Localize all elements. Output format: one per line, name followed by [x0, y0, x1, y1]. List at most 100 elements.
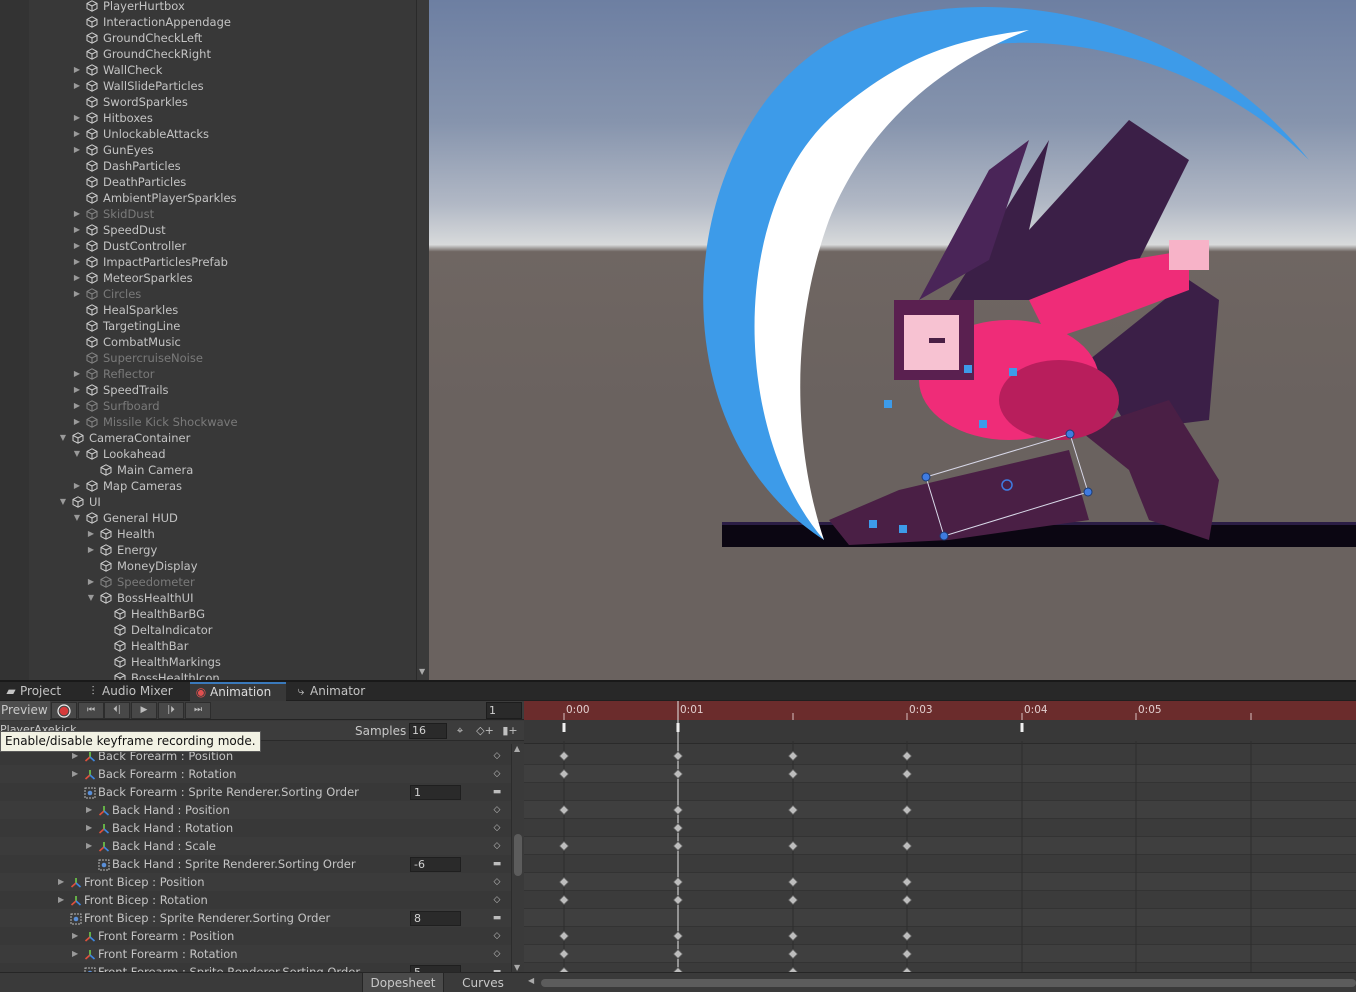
hierarchy-item[interactable]: ▶ DustController	[0, 238, 416, 254]
keyframe-diamond-icon[interactable]: ◇	[492, 927, 502, 945]
hierarchy-item[interactable]: ▶ WallCheck	[0, 62, 416, 78]
curves-button[interactable]: Curves	[444, 973, 522, 992]
record-button[interactable]	[51, 702, 77, 719]
expand-right-arrow-icon[interactable]: ▶	[86, 526, 96, 542]
property-row[interactable]: Back Hand : Sprite Renderer.Sorting Orde…	[0, 855, 511, 873]
expand-right-arrow-icon[interactable]: ▶	[58, 891, 64, 909]
property-row[interactable]: ▶ Back Hand : Position ◇	[0, 801, 511, 819]
scroll-down-arrow-icon[interactable]: ▼	[419, 667, 425, 676]
keyframe-diamond-icon[interactable]: ◇	[492, 747, 502, 765]
event-lane[interactable]	[524, 720, 1356, 744]
property-row[interactable]: ▶ Back Forearm : Rotation ◇	[0, 765, 511, 783]
property-row[interactable]: ▶ Front Forearm : Rotation ◇	[0, 945, 511, 963]
expand-right-arrow-icon[interactable]: ▶	[86, 801, 92, 819]
keyframe-row[interactable]	[524, 747, 1356, 765]
hierarchy-item[interactable]: InteractionAppendage	[0, 14, 416, 30]
hierarchy-item[interactable]: ▶ Health	[0, 526, 416, 542]
expand-right-arrow-icon[interactable]: ▶	[72, 414, 82, 430]
expand-right-arrow-icon[interactable]: ▶	[72, 398, 82, 414]
keyframe-row[interactable]	[524, 927, 1356, 945]
property-row[interactable]: ▶ Back Hand : Scale ◇	[0, 837, 511, 855]
expand-down-arrow-icon[interactable]: ▼	[86, 590, 96, 606]
hierarchy-item[interactable]: SupercruiseNoise	[0, 350, 416, 366]
keyframe-diamond-icon[interactable]: ◇	[492, 945, 502, 963]
keyframe-row[interactable]	[524, 945, 1356, 963]
hierarchy-item[interactable]: HealthMarkings	[0, 654, 416, 670]
add-event-button[interactable]: ▮+	[498, 722, 522, 740]
scroll-thumb[interactable]	[514, 834, 522, 876]
hierarchy-item[interactable]: ▼ CameraContainer	[0, 430, 416, 446]
expand-down-arrow-icon[interactable]: ▼	[72, 510, 82, 526]
expand-right-arrow-icon[interactable]: ▶	[72, 238, 82, 254]
keyframe-row[interactable]	[524, 801, 1356, 819]
hierarchy-item[interactable]: ▶ Reflector	[0, 366, 416, 382]
hierarchy-item[interactable]: SwordSparkles	[0, 94, 416, 110]
tab-animator[interactable]: ⤷ Animator	[290, 682, 380, 701]
hierarchy-item[interactable]: ▶ Missile Kick Shockwave	[0, 414, 416, 430]
hierarchy-item[interactable]: ▼ Lookahead	[0, 446, 416, 462]
property-row[interactable]: ▶ Front Forearm : Position ◇	[0, 927, 511, 945]
timeline-hscrollbar[interactable]: ◀	[524, 972, 1356, 992]
expand-right-arrow-icon[interactable]: ▶	[86, 542, 96, 558]
frame-field[interactable]: 1	[486, 702, 522, 719]
hierarchy-item[interactable]: ▼ General HUD	[0, 510, 416, 526]
expand-down-arrow-icon[interactable]: ▼	[72, 446, 82, 462]
expand-right-arrow-icon[interactable]: ▶	[72, 270, 82, 286]
hierarchy-item[interactable]: ▶ Speedometer	[0, 574, 416, 590]
time-ruler[interactable]: 0:00 0:01 0:03 0:04 0:05	[524, 701, 1356, 720]
keyframe-row[interactable]	[524, 855, 1356, 873]
hierarchy-item[interactable]: ▼ BossHealthUI	[0, 590, 416, 606]
expand-right-arrow-icon[interactable]: ▶	[72, 206, 82, 222]
play-button[interactable]: ▶	[131, 702, 157, 719]
property-value-field[interactable]: 1	[410, 785, 461, 800]
hierarchy-item[interactable]: ▼ UI	[0, 494, 416, 510]
keyframe-row[interactable]	[524, 765, 1356, 783]
property-value-field[interactable]: 8	[410, 911, 461, 926]
hierarchy-item[interactable]: TargetingLine	[0, 318, 416, 334]
hierarchy-item[interactable]: BossHealthIcon	[0, 670, 416, 680]
scene-view[interactable]	[429, 0, 1356, 680]
hierarchy-item[interactable]: DashParticles	[0, 158, 416, 174]
hierarchy-item[interactable]: HealthBar	[0, 638, 416, 654]
hierarchy-item[interactable]: PlayerHurtbox	[0, 0, 416, 14]
scroll-down-arrow-icon[interactable]: ▼	[514, 963, 520, 972]
hierarchy-item[interactable]: ▶ SpeedDust	[0, 222, 416, 238]
expand-right-arrow-icon[interactable]: ▶	[72, 222, 82, 238]
keyframe-diamond-icon[interactable]: ◇	[492, 801, 502, 819]
keyframe-diamond-icon[interactable]: ◇	[492, 891, 502, 909]
hierarchy-scrollbar[interactable]: ▼	[416, 0, 429, 680]
expand-right-arrow-icon[interactable]: ▶	[72, 78, 82, 94]
property-row[interactable]: Front Bicep : Sprite Renderer.Sorting Or…	[0, 909, 511, 927]
add-keyframe-button[interactable]: ◇+	[473, 722, 497, 740]
property-scrollbar[interactable]: ▲ ▼	[511, 744, 524, 972]
hierarchy-item[interactable]: ▶ Energy	[0, 542, 416, 558]
hierarchy-item[interactable]: DeltaIndicator	[0, 622, 416, 638]
hscroll-thumb[interactable]	[541, 979, 1356, 987]
expand-right-arrow-icon[interactable]: ▶	[72, 254, 82, 270]
first-keyframe-button[interactable]: ⏮	[78, 702, 104, 719]
expand-right-arrow-icon[interactable]: ▶	[72, 478, 82, 494]
hierarchy-item[interactable]: ▶ WallSlideParticles	[0, 78, 416, 94]
expand-right-arrow-icon[interactable]: ▶	[86, 837, 92, 855]
hierarchy-item[interactable]: CombatMusic	[0, 334, 416, 350]
keyframe-rows[interactable]	[524, 747, 1356, 972]
keyframe-diamond-icon[interactable]: ◇	[492, 765, 502, 783]
hierarchy-item[interactable]: ▶ Surfboard	[0, 398, 416, 414]
scroll-left-arrow-icon[interactable]: ◀	[528, 976, 534, 985]
prev-keyframe-button[interactable]: ⏴|	[104, 702, 130, 719]
expand-right-arrow-icon[interactable]: ▶	[72, 110, 82, 126]
property-value-field[interactable]: -6	[410, 857, 461, 872]
expand-right-arrow-icon[interactable]: ▶	[58, 873, 64, 891]
hierarchy-item[interactable]: GroundCheckRight	[0, 46, 416, 62]
expand-right-arrow-icon[interactable]: ▶	[86, 819, 92, 837]
hierarchy-item[interactable]: ▶ UnlockableAttacks	[0, 126, 416, 142]
scroll-up-arrow-icon[interactable]: ▲	[514, 744, 520, 753]
dopesheet-timeline[interactable]: 0:00 0:01 0:03 0:04 0:05 ◀	[524, 701, 1356, 992]
keyframe-row[interactable]	[524, 837, 1356, 855]
expand-right-arrow-icon[interactable]: ▶	[72, 945, 78, 963]
hierarchy-item[interactable]: ▶ Circles	[0, 286, 416, 302]
hierarchy-item[interactable]: AmbientPlayerSparkles	[0, 190, 416, 206]
expand-down-arrow-icon[interactable]: ▼	[58, 430, 68, 446]
keyframe-diamond-icon[interactable]: ◇	[492, 837, 502, 855]
keyframe-row[interactable]	[524, 909, 1356, 927]
